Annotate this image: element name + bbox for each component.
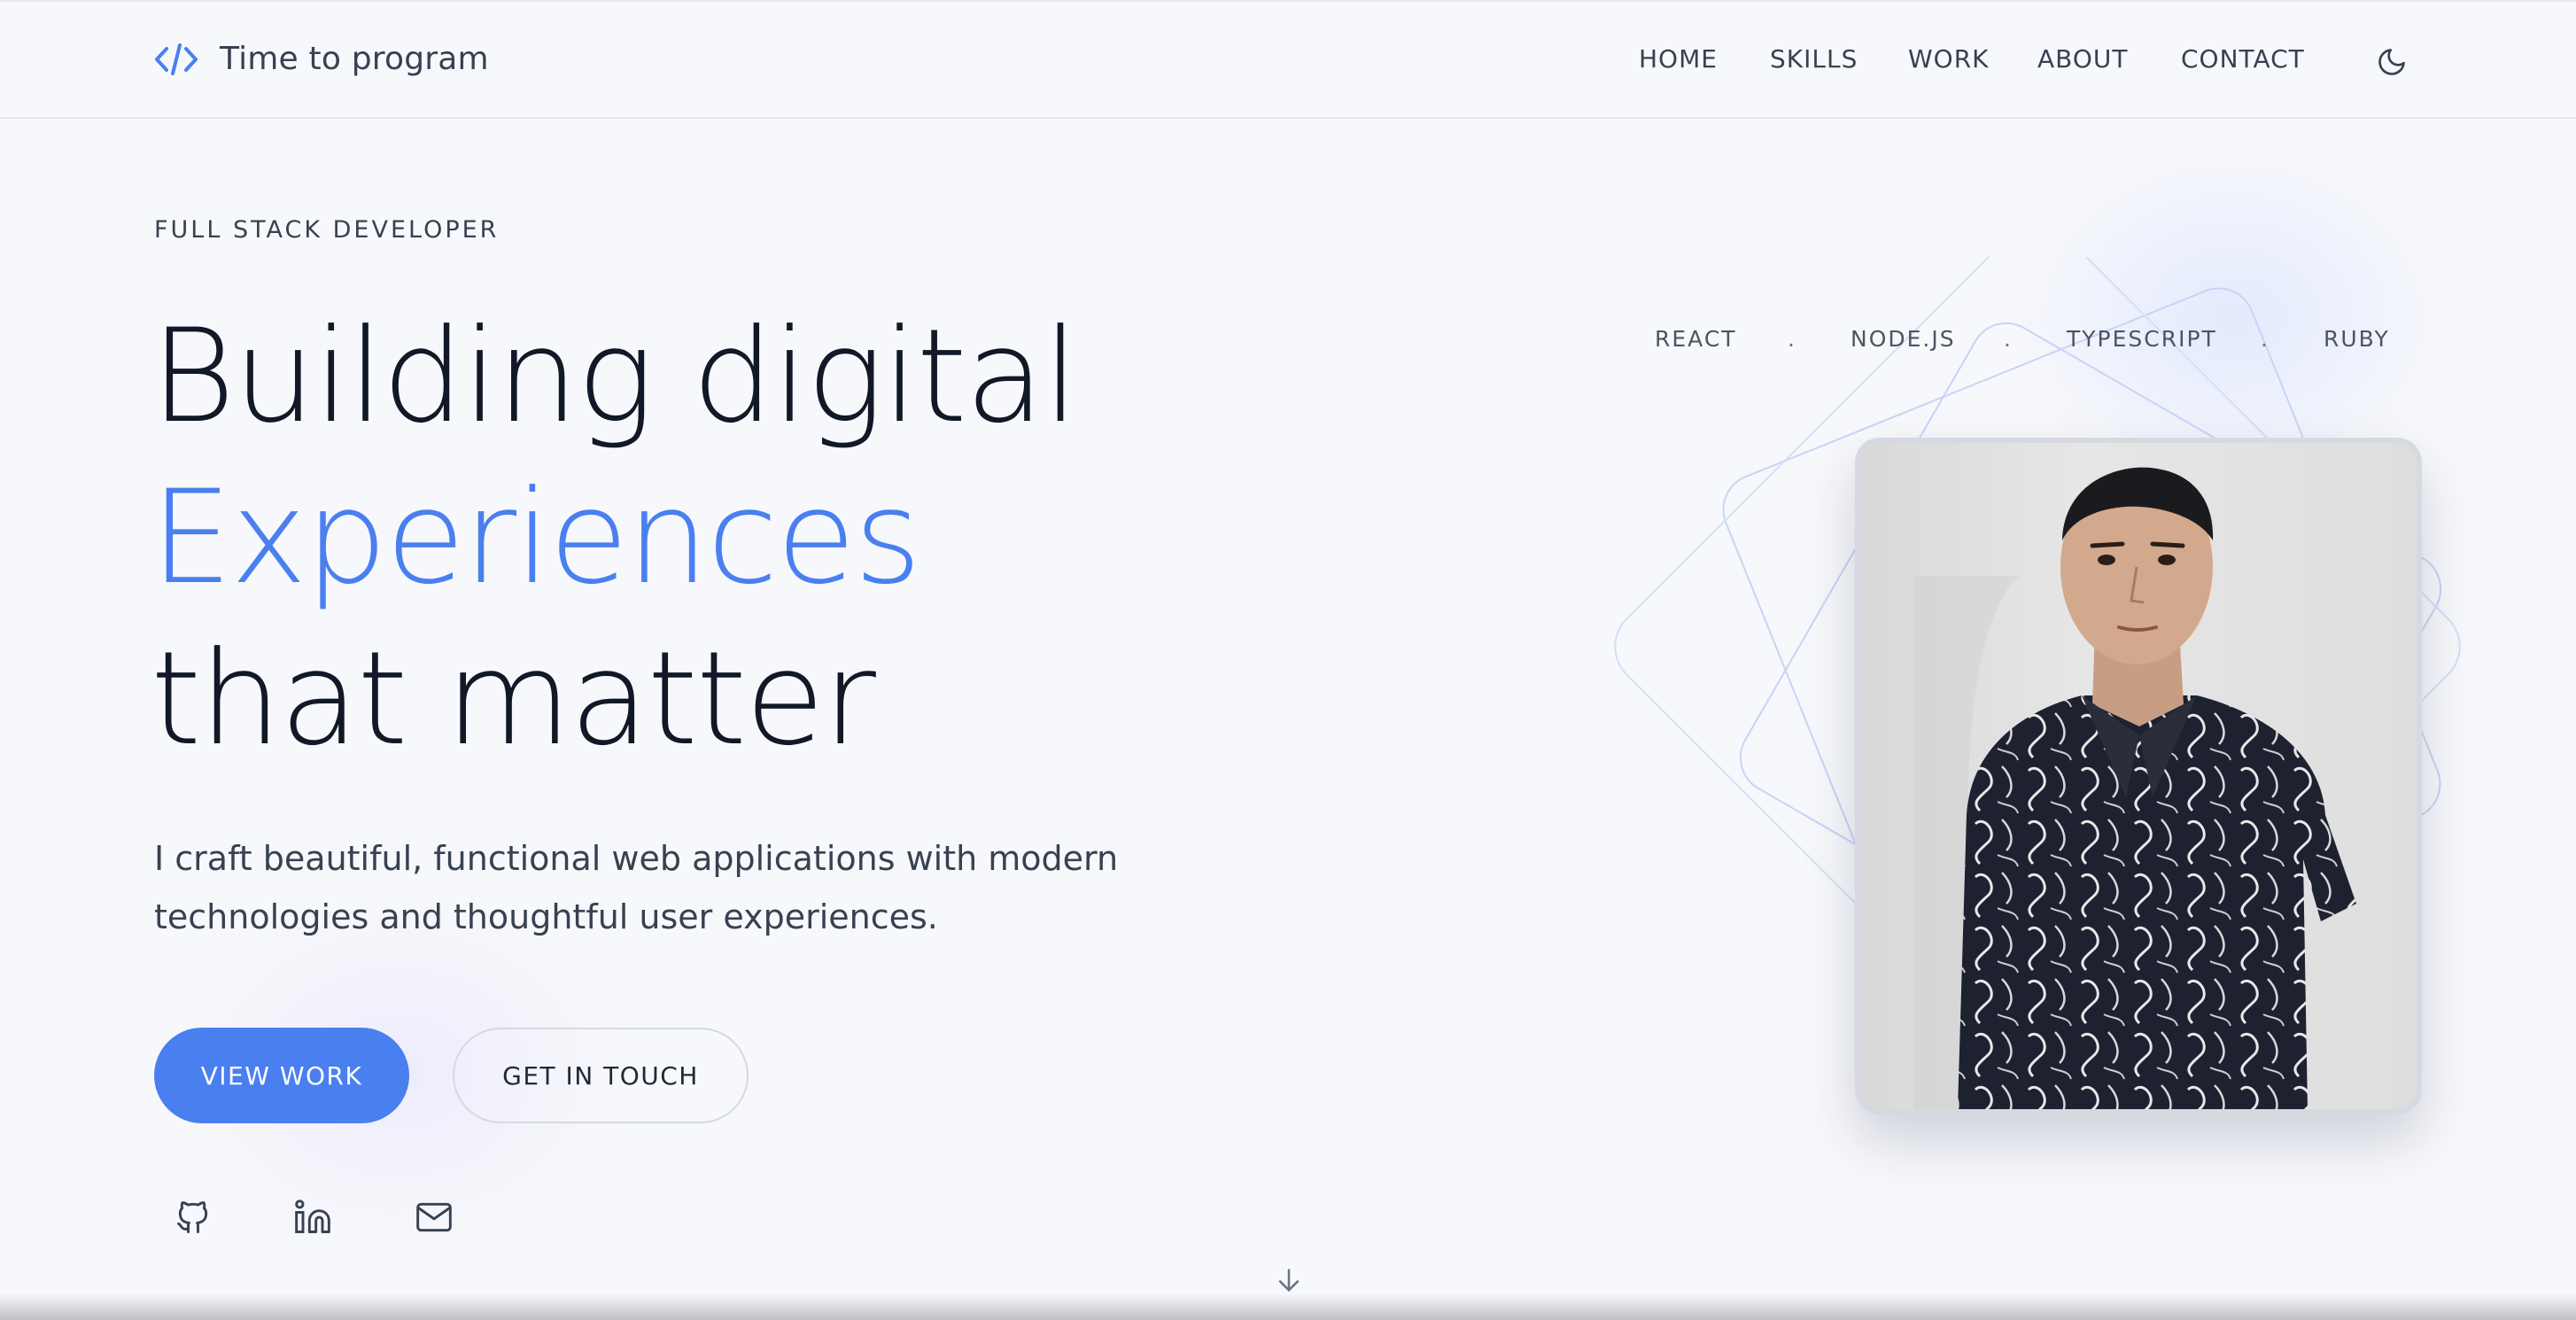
- linkedin-icon: [295, 1200, 330, 1233]
- moon-icon[interactable]: [2376, 46, 2408, 78]
- hero-eyebrow: FULL STACK DEVELOPER: [154, 216, 500, 244]
- page: Time to program HOME SKILLS WORK ABOUT C…: [0, 0, 2576, 1320]
- nav-work[interactable]: WORK: [1908, 44, 1990, 74]
- tech-react: REACT: [1655, 326, 1737, 352]
- brand-logo[interactable]: Time to program: [154, 41, 489, 77]
- hero-headline-line3: that matter: [151, 624, 876, 774]
- tech-separator: .: [1788, 326, 1795, 352]
- github-icon: [177, 1201, 208, 1233]
- view-work-button[interactable]: VIEW WORK: [154, 1028, 409, 1123]
- github-link[interactable]: [174, 1198, 213, 1237]
- portrait-illustration: [1913, 467, 2356, 1109]
- site-header: Time to program HOME SKILLS WORK ABOUT C…: [0, 0, 2576, 119]
- code-icon: [155, 43, 198, 75]
- profile-photo: [1860, 443, 2417, 1109]
- tech-typescript: TYPESCRIPT: [2067, 326, 2217, 352]
- hero-description: I craft beautiful, functional web applic…: [154, 839, 1119, 936]
- tech-ruby: RUBY: [2324, 326, 2390, 352]
- tech-nodejs: NODE.JS: [1851, 326, 1956, 352]
- profile-photo-frame: [1855, 438, 2422, 1114]
- tech-separator: .: [2261, 326, 2268, 352]
- arrow-down-icon[interactable]: [1274, 1265, 1304, 1295]
- nav-skills[interactable]: SKILLS: [1770, 44, 1858, 74]
- nav-about[interactable]: ABOUT: [2037, 44, 2129, 74]
- get-in-touch-button[interactable]: GET IN TOUCH: [453, 1028, 749, 1123]
- hero-headline-line2: Experiences: [151, 462, 921, 613]
- mail-link[interactable]: [415, 1198, 454, 1237]
- tech-separator: .: [2004, 326, 2011, 352]
- page-bottom-shadow: [0, 1293, 2576, 1320]
- hero-headline-line1: Building digital: [151, 301, 1079, 452]
- nav-home[interactable]: HOME: [1639, 44, 1718, 74]
- linkedin-link[interactable]: [293, 1198, 332, 1237]
- nav-contact[interactable]: CONTACT: [2181, 44, 2305, 74]
- brand-name: Time to program: [220, 41, 489, 77]
- mail-icon: [416, 1202, 452, 1232]
